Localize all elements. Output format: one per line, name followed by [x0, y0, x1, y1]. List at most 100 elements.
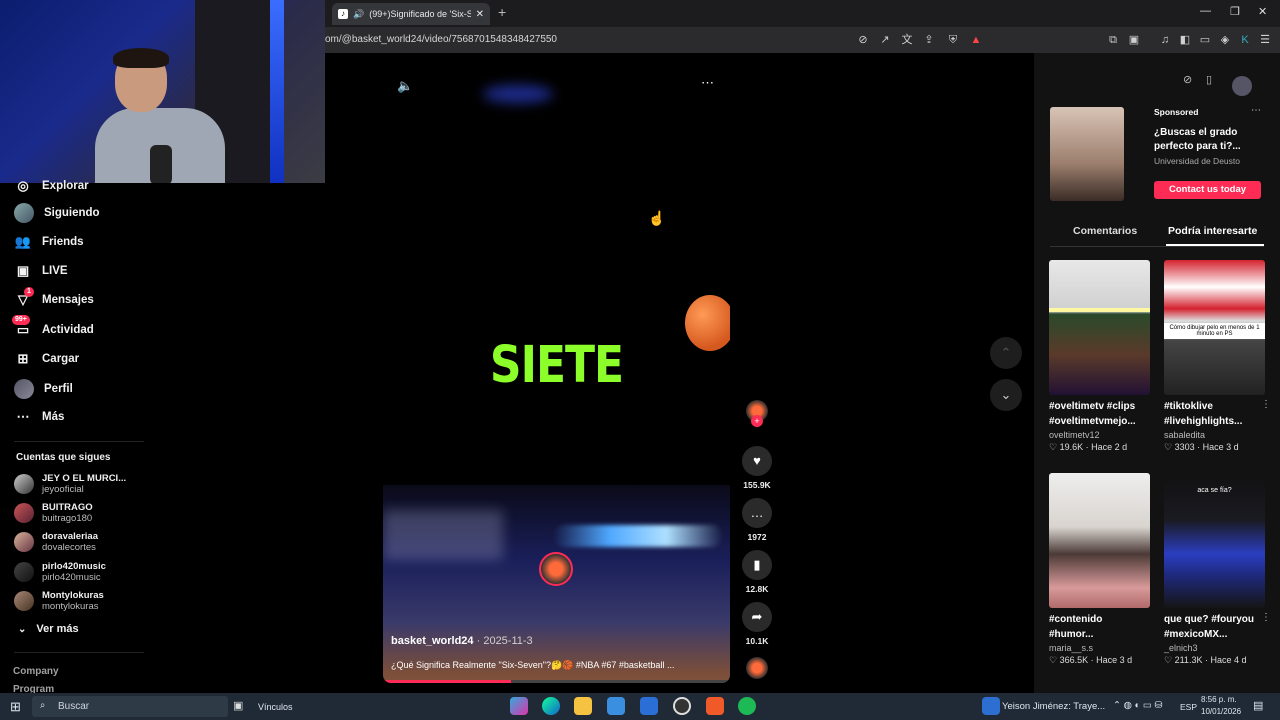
card-user[interactable]: oveltimetv12 — [1049, 430, 1150, 440]
audio-icon[interactable]: 🔊 — [353, 9, 364, 20]
save-button[interactable]: ▮ 12.8K — [738, 550, 776, 594]
sidebar-item-perfil[interactable]: Perfil — [14, 379, 73, 399]
browser-tab[interactable]: ♪ 🔊 (99+)Significado de 'Six-Seven' ✕ — [332, 3, 490, 25]
edge-icon[interactable] — [542, 697, 560, 715]
creator-avatar-button[interactable]: + — [738, 400, 776, 427]
mail-icon[interactable] — [640, 697, 658, 715]
url-text[interactable]: om/@basket_world24/video/756870154834842… — [325, 34, 557, 45]
sound-disc-button[interactable] — [738, 657, 776, 679]
video-card[interactable]: #contenido #humor... maria__s.s ♡ 366.5K… — [1049, 473, 1150, 666]
taskbar-search[interactable]: Buscar — [32, 696, 228, 717]
sidebar-item-live[interactable]: ▣ LIVE — [14, 262, 68, 280]
tab-podria-interesarte[interactable]: Podría interesarte — [1168, 225, 1257, 237]
notifications-icon[interactable]: ▤ — [1253, 699, 1263, 712]
more-options-icon[interactable]: ⋯ — [701, 75, 714, 91]
video-card[interactable]: Cómo dibujar pelo en menos de 1 minuto e… — [1164, 260, 1271, 453]
open-external-icon[interactable]: ↗ — [878, 33, 892, 47]
card-more-icon[interactable]: ⋮ — [1261, 612, 1271, 623]
taskview-icon[interactable]: ▣ — [233, 699, 251, 717]
comment-button[interactable]: … 1972 — [738, 498, 776, 542]
sidebar-item-mas[interactable]: ⋯ Más — [14, 408, 65, 426]
no-track-icon[interactable]: ⊘ — [856, 33, 870, 47]
kaspersky-icon[interactable]: K — [1238, 33, 1252, 47]
clock-date[interactable]: 10/01/2026 — [1201, 707, 1241, 716]
ad-image[interactable] — [1050, 107, 1124, 201]
volume-icon[interactable]: 🔈 — [397, 78, 413, 94]
video-thumbnail[interactable] — [1049, 260, 1150, 395]
obs-icon[interactable] — [673, 697, 691, 715]
brave-icon[interactable] — [706, 697, 724, 715]
windows-start-icon[interactable]: ⊞ — [10, 699, 21, 715]
following-account[interactable]: BUITRAGO buitrago180 — [14, 502, 93, 524]
copilot-icon[interactable] — [510, 697, 528, 715]
sidebar-item-mensajes[interactable]: ▽ 1 Mensajes — [14, 287, 94, 309]
vpn-icon[interactable]: ◈ — [1218, 33, 1232, 47]
compass-icon[interactable]: ⊘ — [1183, 73, 1192, 86]
video-card[interactable]: #oveltimetv #clips #oveltimetvmejo... ov… — [1049, 260, 1150, 453]
following-account[interactable]: pirlo420music pirlo420music — [14, 561, 106, 583]
following-account[interactable]: doravaleriaa dovalecortes — [14, 531, 98, 553]
card-user[interactable]: sabaledita — [1164, 430, 1265, 440]
ad-more-icon[interactable]: ⋯ — [1251, 105, 1261, 116]
video-description[interactable]: ¿Qué Significa Realmente "Six-Seven"?🤔🏀 … — [391, 660, 674, 671]
video-thumbnail[interactable]: Cómo dibujar pelo en menos de 1 minuto e… — [1164, 260, 1265, 395]
sidebar-item-cargar[interactable]: ⊞ Cargar — [14, 350, 80, 368]
video-progress-bar[interactable] — [383, 680, 730, 683]
see-more-button[interactable]: ⌄ Ver más — [18, 623, 79, 635]
share-icon[interactable]: ⇪ — [922, 33, 936, 47]
card-user[interactable]: maria__s.s — [1049, 643, 1150, 653]
share-button[interactable]: ➦ 10.1K — [738, 602, 776, 646]
following-account[interactable]: Montylokuras montylokuras — [14, 590, 104, 612]
video-username[interactable]: basket_world24 — [391, 635, 474, 647]
card-more-icon[interactable]: ⋮ — [1261, 399, 1271, 410]
clock-time[interactable]: 8:56 p. m. — [1201, 695, 1237, 704]
new-tab-button[interactable]: + — [498, 4, 506, 20]
wallet-icon[interactable]: ▭ — [1198, 33, 1212, 47]
card-age: Hace 4 d — [1210, 655, 1247, 665]
translate-icon[interactable]: 文 — [900, 33, 914, 47]
video-thumbnail[interactable] — [1049, 473, 1150, 608]
tray-icons[interactable]: ⌃ ◍ ◐ ▭ ⛁ — [1113, 700, 1162, 711]
extensions-icon[interactable]: ⧉ — [1106, 33, 1120, 47]
ad-cta-button[interactable]: Contact us today — [1154, 181, 1261, 199]
card-user[interactable]: _elnich3 — [1164, 643, 1265, 653]
sidebar-item-siguiendo[interactable]: Siguiendo — [14, 203, 100, 223]
avatar[interactable] — [1232, 76, 1252, 96]
phone-icon[interactable]: ▯ — [1206, 73, 1212, 86]
sidebar-item-explorar[interactable]: ◎ Explorar — [14, 177, 88, 195]
follow-plus-icon[interactable]: + — [751, 415, 763, 427]
language-indicator[interactable]: ESP — [1180, 702, 1197, 712]
outlook-icon[interactable] — [982, 697, 1000, 715]
media-icon[interactable]: ▣ — [1127, 33, 1141, 47]
sidebar-item-actividad[interactable]: ▭ 99+ Actividad — [12, 315, 94, 339]
ad-title[interactable]: ¿Buscas el grado perfecto para ti?... — [1154, 126, 1254, 154]
compass-icon: ◎ — [17, 178, 29, 193]
now-playing-label[interactable]: Yeison Jiménez: Traye... — [1002, 701, 1105, 712]
video-thumbnail[interactable]: aca se fía? — [1164, 473, 1265, 608]
music-icon[interactable]: ♫ — [1158, 33, 1172, 47]
shield-icon[interactable]: ⛨ — [946, 33, 960, 47]
sidebar-item-friends[interactable]: 👥 Friends — [14, 233, 84, 251]
restore-button[interactable]: ❐ — [1230, 5, 1240, 18]
following-account[interactable]: JEY O EL MURCI... jeyooficial — [14, 473, 126, 495]
card-title: #contenido #humor... — [1049, 614, 1103, 640]
rewards-icon[interactable]: ▲ — [969, 33, 983, 47]
footer-company[interactable]: Company — [13, 666, 59, 677]
sidebar-toggle-icon[interactable]: ◧ — [1178, 33, 1192, 47]
close-window-button[interactable]: ✕ — [1258, 5, 1267, 18]
explorer-icon[interactable] — [574, 697, 592, 715]
previous-video-button[interactable]: ⌃ — [990, 337, 1022, 369]
next-video-button[interactable]: ⌄ — [990, 379, 1022, 411]
spotify-icon[interactable] — [738, 697, 756, 715]
close-tab-icon[interactable]: ✕ — [476, 9, 484, 20]
search-label: Buscar — [58, 701, 90, 712]
video-overlay-text: SIETE — [489, 336, 624, 395]
minimize-button[interactable]: — — [1200, 5, 1211, 17]
video-player[interactable]: SIETE 🔈 ⋯ basket_world24 · 2025-11-3 ¿Qu… — [383, 55, 730, 683]
menu-icon[interactable]: ☰ — [1258, 33, 1272, 47]
widgets-label[interactable]: Vínculos — [258, 702, 293, 712]
video-card[interactable]: aca se fía? que que? #fouryou #mexicoMX.… — [1164, 473, 1271, 666]
store-icon[interactable] — [607, 697, 625, 715]
like-button[interactable]: ♥ 155.9K — [738, 446, 776, 490]
tab-comentarios[interactable]: Comentarios — [1073, 225, 1137, 237]
